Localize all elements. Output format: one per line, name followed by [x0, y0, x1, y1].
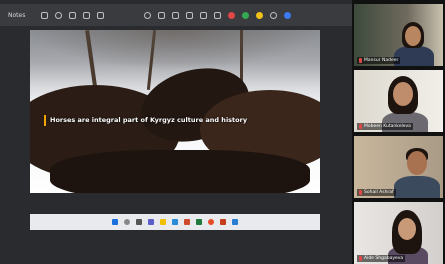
mic-muted-icon: [359, 58, 362, 63]
name-label: Mobeen Kutankeleva: [357, 123, 413, 130]
undo-icon[interactable]: [186, 11, 193, 19]
participants-panel: Mansur Nadeer Mobeen Kutankeleva Sohail …: [352, 0, 445, 264]
participant-tile[interactable]: Mansur Nadeer: [354, 4, 443, 66]
edge-icon[interactable]: [172, 219, 178, 225]
pen-icon[interactable]: [69, 11, 76, 19]
mic-muted-icon: [359, 190, 362, 195]
presentation-slide: [30, 30, 320, 193]
screen-share: Notes Horses are integral part of Kyrgyz…: [0, 0, 352, 264]
name-label: Sohail Ashraf: [357, 189, 396, 196]
record-icon[interactable]: [55, 11, 62, 19]
participant-tile[interactable]: Sohail Ashraf: [354, 136, 443, 198]
toolbar-title: Notes: [8, 11, 26, 19]
zoom-icon[interactable]: [232, 219, 238, 225]
highlighter-icon[interactable]: [83, 11, 90, 19]
annotation-toolbar: Notes: [0, 4, 352, 26]
participant-name: Sohail Ashraf: [364, 190, 394, 195]
caption-accent: [44, 114, 46, 126]
text-icon[interactable]: [158, 11, 165, 19]
color-green-icon[interactable]: [242, 11, 249, 19]
name-label: Mansur Nadeer: [357, 57, 401, 64]
participant-face: [398, 218, 416, 240]
participant-name: Mansur Nadeer: [364, 58, 399, 63]
search-icon[interactable]: [124, 219, 130, 225]
horse-legs: [50, 150, 310, 193]
shape-icon[interactable]: [172, 11, 179, 19]
chrome-icon[interactable]: [208, 219, 214, 225]
eraser-icon[interactable]: [97, 11, 104, 19]
powerpoint-icon[interactable]: [220, 219, 226, 225]
participant-face: [393, 82, 413, 106]
grid-icon[interactable]: [41, 11, 48, 19]
participant-name: Mobeen Kutankeleva: [364, 124, 411, 129]
caption-text: Horses are integral part of Kyrgyz cultu…: [50, 116, 248, 124]
office-icon[interactable]: [184, 219, 190, 225]
participant-face: [405, 26, 421, 46]
pointer-icon[interactable]: [144, 11, 151, 19]
slide-caption: Horses are integral part of Kyrgyz cultu…: [44, 113, 247, 127]
file-explorer-icon[interactable]: [160, 219, 166, 225]
participant-face: [407, 151, 427, 175]
color-red-icon[interactable]: [228, 11, 235, 19]
windows-start-icon[interactable]: [112, 219, 118, 225]
participant-tile[interactable]: Mobeen Kutankeleva: [354, 70, 443, 132]
excel-icon[interactable]: [196, 219, 202, 225]
participant-body: [394, 176, 440, 198]
mic-muted-icon: [359, 256, 362, 261]
more-icon[interactable]: [270, 11, 277, 19]
clear-icon[interactable]: [214, 11, 221, 19]
share-icon[interactable]: [284, 11, 291, 19]
participant-tile[interactable]: Aide Shgabayeva: [354, 202, 443, 264]
participant-name: Aide Shgabayeva: [364, 256, 404, 261]
chat-icon[interactable]: [148, 219, 154, 225]
color-yellow-icon[interactable]: [256, 11, 263, 19]
task-view-icon[interactable]: [136, 219, 142, 225]
redo-icon[interactable]: [200, 11, 207, 19]
mic-muted-icon: [359, 124, 362, 129]
branches: [30, 30, 320, 70]
name-label: Aide Shgabayeva: [357, 255, 406, 262]
windows-taskbar: [30, 214, 320, 230]
